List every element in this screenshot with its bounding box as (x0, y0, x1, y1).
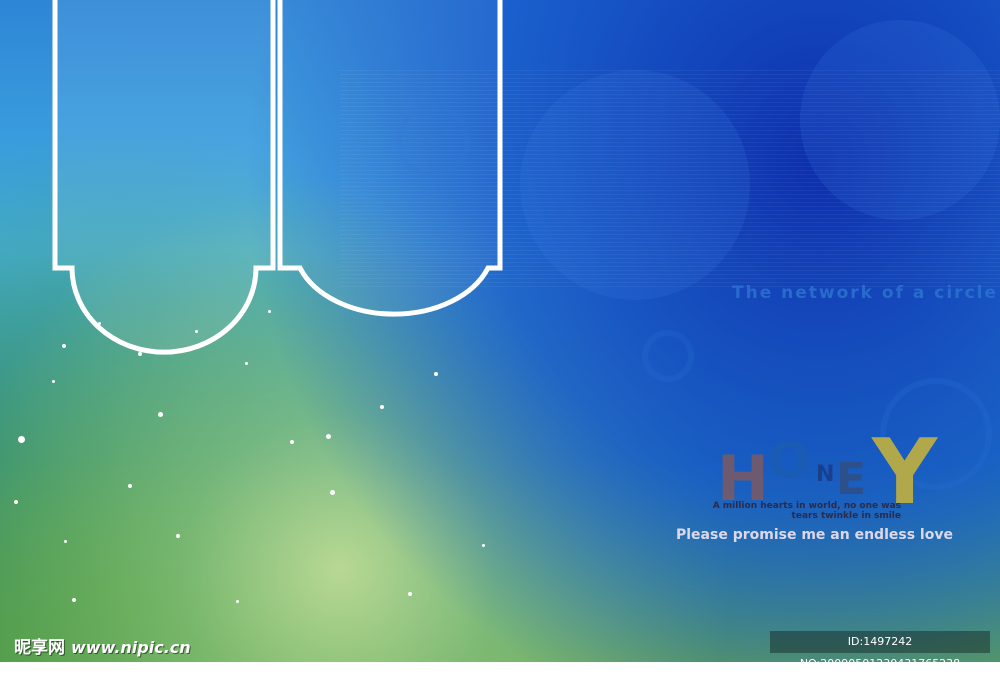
sparkle-dot (408, 592, 412, 596)
logo-letter-e: E (836, 454, 867, 505)
logo-letter-o: O (768, 432, 811, 490)
sparkle-dot (64, 540, 67, 543)
sparkle-dot (52, 380, 55, 383)
sparkle-dot (245, 362, 248, 365)
logo-caption: A million hearts in world, no one was te… (711, 501, 901, 521)
photo-frames (52, 0, 503, 355)
sparkle-dot (62, 344, 66, 348)
sparkle-dot (434, 372, 438, 376)
sparkle-dot (98, 322, 101, 325)
sparkle-dot (482, 544, 485, 547)
photo-frame-left (52, 0, 276, 355)
site-watermark: 昵享网 www.nipic.cn (14, 633, 191, 658)
sparkle-dot (330, 490, 335, 495)
sparkle-dot (72, 598, 76, 602)
sparkle-dot (18, 436, 25, 443)
watermark-logo: 昵享网 (14, 638, 65, 658)
sparkle-dot (290, 440, 294, 444)
sparkle-dot (326, 434, 331, 439)
caption-line-2: tears twinkle in smile (791, 511, 901, 521)
sparkle-dot (128, 484, 132, 488)
promise-text: Please promise me an endless love (676, 527, 953, 543)
sparkle-dot (195, 330, 198, 333)
sparkle-dot (176, 534, 180, 538)
image-id-watermark: ID:1497242 NO:20090501230431765238 (770, 631, 990, 670)
sparkle-dot (236, 600, 239, 603)
sparkle-dot (138, 352, 142, 356)
logo-letter-n: N (816, 462, 835, 487)
photo-frame-right (277, 0, 503, 317)
sparkle-dot (268, 310, 271, 313)
watermark-url: www.nipic.cn (71, 638, 191, 657)
circle-headline: The network of a circle (732, 283, 999, 303)
caption-line-1: A million hearts in world, no one was (712, 501, 901, 511)
sparkle-dot (14, 500, 18, 504)
sparkle-dot (158, 412, 163, 417)
sparkle-dot (380, 405, 384, 409)
